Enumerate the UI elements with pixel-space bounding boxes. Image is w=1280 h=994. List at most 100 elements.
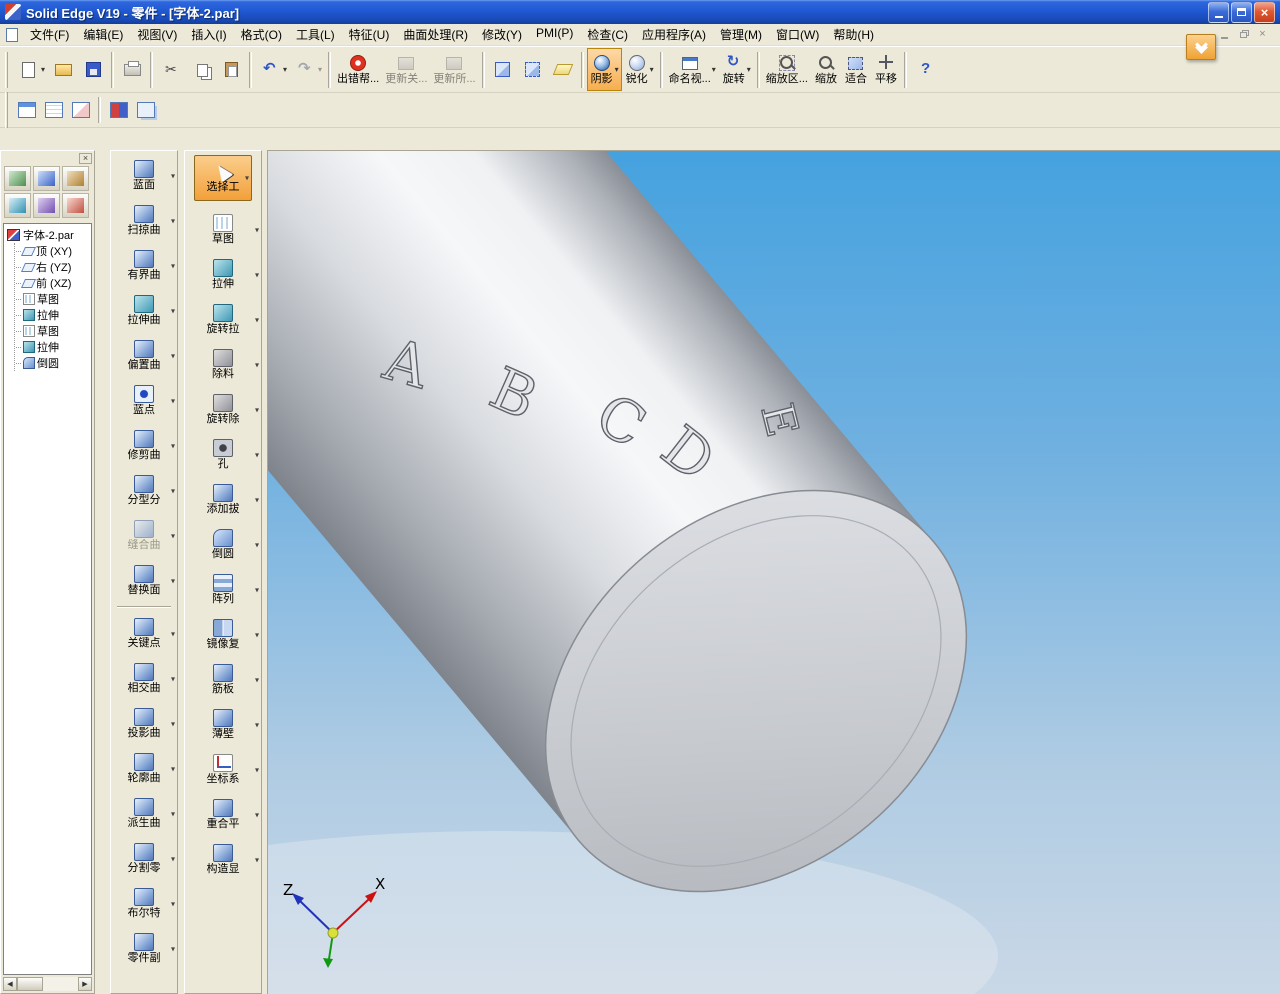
menu-edit[interactable]: 编辑(E) xyxy=(76,23,130,46)
dropdown-arrow-icon[interactable]: ▾ xyxy=(615,65,619,74)
edgebar-tool-1-button[interactable] xyxy=(3,166,31,191)
viewport-3d[interactable]: A B C D E Z X xyxy=(267,150,1280,994)
dropdown-arrow-icon[interactable]: ▾ xyxy=(255,855,259,864)
paste-button[interactable]: ▾ xyxy=(216,48,246,91)
menu-applications[interactable]: 应用程序(A) xyxy=(635,23,713,46)
dropdown-arrow-icon[interactable]: ▾ xyxy=(255,540,259,549)
dropdown-arrow-icon[interactable]: ▾ xyxy=(171,531,175,540)
tree-item-top-plane[interactable]: 顶 (XY) xyxy=(16,243,91,259)
toolbar-button[interactable]: ▾ xyxy=(249,51,253,88)
tree-item-sketch-2[interactable]: 草图 xyxy=(16,323,91,339)
boolean-feature-button[interactable]: 布尔特 ▾ xyxy=(111,881,177,926)
titlebar[interactable]: Solid Edge V19 - 零件 - [字体-2.par] × xyxy=(0,0,1280,24)
rib-button[interactable]: 筋板 ▾ xyxy=(185,657,261,702)
bluesurf-button[interactable]: 蓝面 ▾ xyxy=(111,153,177,198)
sharpen-button[interactable]: 锐化 ▾ xyxy=(622,48,657,91)
copy-button[interactable]: ▾ xyxy=(186,48,216,91)
toolbar-button[interactable] xyxy=(98,97,101,123)
menu-window[interactable]: 窗口(W) xyxy=(769,23,826,46)
select-tool-button[interactable]: 选择工 ▾ xyxy=(194,155,252,201)
dropdown-arrow-icon[interactable]: ▾ xyxy=(171,351,175,360)
tree-item-extrude-1[interactable]: 拉伸 xyxy=(16,307,91,323)
replace-face-button[interactable]: 替换面 ▾ xyxy=(111,558,177,603)
dropdown-arrow-icon[interactable]: ▾ xyxy=(255,270,259,279)
view-cube-wire-button[interactable]: ▾ xyxy=(518,48,548,91)
fit-button[interactable]: 适合 ▾ xyxy=(841,48,871,91)
dropdown-arrow-icon[interactable]: ▾ xyxy=(171,441,175,450)
round-button[interactable]: 倒圆 ▾ xyxy=(185,522,261,567)
dropdown-arrow-icon[interactable]: ▾ xyxy=(747,65,751,74)
coordinate-system-button[interactable]: 坐标系 ▾ xyxy=(185,747,261,792)
doc-restore-button[interactable] xyxy=(1236,28,1251,41)
dropdown-arrow-icon[interactable]: ▾ xyxy=(318,65,322,74)
dropdown-arrow-icon[interactable]: ▾ xyxy=(41,65,45,74)
cut-button[interactable]: ▾ xyxy=(156,48,186,91)
toolbar-button[interactable]: ▾ xyxy=(756,51,760,88)
construction-display-button[interactable]: 构造显 ▾ xyxy=(185,837,261,882)
update-links-button[interactable]: 更新关... ▾ xyxy=(382,48,430,91)
revolved-cutout-button[interactable]: 旋转除 ▾ xyxy=(185,387,261,432)
menu-file[interactable]: 文件(F) xyxy=(23,23,76,46)
dropdown-arrow-icon[interactable]: ▾ xyxy=(171,899,175,908)
help-pointer-button[interactable]: ▾ xyxy=(910,48,940,91)
menu-pmi[interactable]: PMI(P) xyxy=(529,23,580,46)
window-tool-2-button[interactable] xyxy=(40,97,67,124)
revolved-extrude-button[interactable]: 旋转拉 ▾ xyxy=(185,297,261,342)
update-all-button[interactable]: 更新所... ▾ xyxy=(430,48,478,91)
dropdown-arrow-icon[interactable]: ▾ xyxy=(171,809,175,818)
scrollbar-thumb[interactable] xyxy=(17,977,43,991)
toolbar-expand-button[interactable] xyxy=(1186,34,1216,60)
menu-insert[interactable]: 插入(I) xyxy=(184,23,233,46)
surfacing-tool-button[interactable]: ▾ xyxy=(111,603,177,611)
tree-item-right-plane[interactable]: 右 (YZ) xyxy=(16,259,91,275)
sketch-view-button[interactable]: ▾ xyxy=(548,48,578,91)
dropdown-arrow-icon[interactable]: ▾ xyxy=(650,65,654,74)
menu-view[interactable]: 视图(V) xyxy=(130,23,184,46)
derived-curve-button[interactable]: 派生曲 ▾ xyxy=(111,791,177,836)
dropdown-arrow-icon[interactable]: ▾ xyxy=(171,719,175,728)
dropdown-arrow-icon[interactable]: ▾ xyxy=(255,360,259,369)
edgebar-scrollbar[interactable]: ◀ ▶ xyxy=(3,977,92,991)
trim-surface-button[interactable]: 修剪曲 ▾ xyxy=(111,423,177,468)
edgebar-tool-5-button[interactable] xyxy=(32,193,60,218)
dropdown-arrow-icon[interactable]: ▾ xyxy=(255,810,259,819)
project-curve-button[interactable]: 投影曲 ▾ xyxy=(111,701,177,746)
parting-split-button[interactable]: 分型分 ▾ xyxy=(111,468,177,513)
dropdown-arrow-icon[interactable]: ▾ xyxy=(255,720,259,729)
dropdown-arrow-icon[interactable]: ▾ xyxy=(171,306,175,315)
menu-help[interactable]: 帮助(H) xyxy=(826,23,881,46)
dropdown-arrow-icon[interactable]: ▾ xyxy=(171,396,175,405)
menu-surfacing[interactable]: 曲面处理(R) xyxy=(396,23,475,46)
window-tool-1-button[interactable] xyxy=(13,97,40,124)
dropdown-arrow-icon[interactable]: ▾ xyxy=(171,629,175,638)
dropdown-arrow-icon[interactable]: ▾ xyxy=(283,65,287,74)
rotate-view-button[interactable]: 旋转 ▾ xyxy=(719,48,754,91)
hole-button[interactable]: 孔 ▾ xyxy=(185,432,261,477)
toolbar-grip[interactable] xyxy=(5,51,8,88)
menu-format[interactable]: 格式(O) xyxy=(234,23,289,46)
shaded-button[interactable]: 阴影 ▾ xyxy=(586,48,622,91)
thin-wall-button[interactable]: 薄壁 ▾ xyxy=(185,702,261,747)
edgebar-close-icon[interactable]: × xyxy=(79,152,92,164)
redo-button[interactable]: ▾ xyxy=(290,48,325,91)
dropdown-arrow-icon[interactable]: ▾ xyxy=(171,944,175,953)
dropdown-arrow-icon[interactable]: ▾ xyxy=(712,65,716,74)
extruded-surface-button[interactable]: 拉伸曲 ▾ xyxy=(111,288,177,333)
tree-item-round[interactable]: 倒圆 xyxy=(16,355,91,371)
dropdown-arrow-icon[interactable]: ▾ xyxy=(171,261,175,270)
menu-inspect[interactable]: 检查(C) xyxy=(580,23,635,46)
dropdown-arrow-icon[interactable]: ▾ xyxy=(255,450,259,459)
menu-tools[interactable]: 工具(L) xyxy=(289,23,342,46)
stitched-surface-button[interactable]: 缝合曲 ▾ xyxy=(111,513,177,558)
undo-button[interactable]: ▾ xyxy=(255,48,290,91)
scroll-right-button[interactable]: ▶ xyxy=(78,977,92,991)
display-tool-1-button[interactable] xyxy=(105,97,132,124)
offset-surface-button[interactable]: 偏置曲 ▾ xyxy=(111,333,177,378)
window-tool-3-button[interactable] xyxy=(67,97,94,124)
tree-item-sketch-1[interactable]: 草图 xyxy=(16,291,91,307)
doc-close-button[interactable]: × xyxy=(1255,28,1270,41)
maximize-button[interactable] xyxy=(1231,1,1252,23)
edgebar-tool-3-button[interactable] xyxy=(61,166,89,191)
minimize-button[interactable] xyxy=(1208,1,1229,23)
mirror-copy-button[interactable]: 镜像复 ▾ xyxy=(185,612,261,657)
